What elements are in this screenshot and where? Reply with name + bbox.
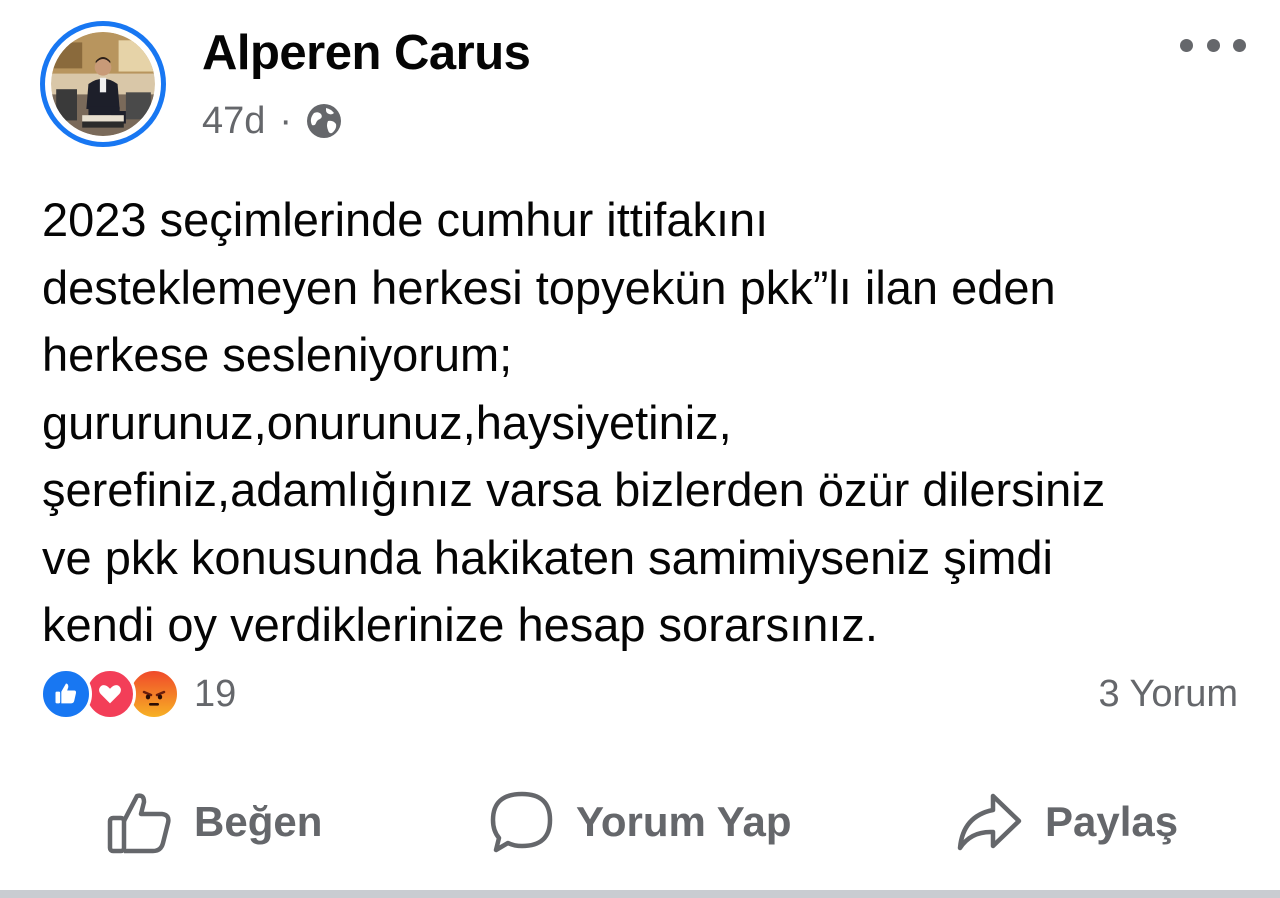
like-reaction-icon bbox=[40, 668, 92, 720]
comment-label: Yorum Yap bbox=[576, 798, 792, 845]
action-bar: Beğen Yorum Yap Paylaş bbox=[0, 780, 1280, 864]
more-options-icon[interactable] bbox=[1180, 30, 1246, 60]
post-timestamp[interactable]: 47d bbox=[202, 100, 265, 143]
post-text: 2023 seçimlerinde cumhur ittifakını dest… bbox=[42, 193, 1106, 651]
share-arrow-icon bbox=[957, 793, 1022, 851]
bottom-divider bbox=[0, 890, 1280, 898]
comment-count[interactable]: 3 Yorum bbox=[1099, 668, 1238, 720]
meta-separator: · bbox=[279, 99, 293, 142]
more-dot bbox=[1180, 38, 1193, 52]
reaction-count: 19 bbox=[194, 672, 237, 715]
share-button[interactable]: Paylaş bbox=[955, 780, 1178, 864]
comment-bubble-icon bbox=[490, 791, 553, 853]
share-label: Paylaş bbox=[1045, 798, 1179, 845]
globe-icon[interactable] bbox=[304, 101, 344, 141]
avatar[interactable] bbox=[40, 21, 166, 147]
author-name[interactable]: Alperen Carus bbox=[202, 24, 531, 82]
thumbs-up-icon bbox=[107, 793, 171, 854]
facebook-post: Alperen Carus 47d · 2023 seçimlerinde cu… bbox=[0, 0, 1280, 898]
more-dot bbox=[1206, 38, 1220, 52]
more-dot bbox=[1233, 38, 1246, 52]
comment-button[interactable]: Yorum Yap bbox=[488, 780, 792, 864]
reactions-summary[interactable]: 19 bbox=[40, 668, 236, 720]
avatar-image bbox=[51, 32, 155, 136]
like-button[interactable]: Beğen bbox=[106, 780, 322, 864]
like-label: Beğen bbox=[194, 798, 323, 845]
post-meta: 47d · bbox=[202, 96, 344, 146]
